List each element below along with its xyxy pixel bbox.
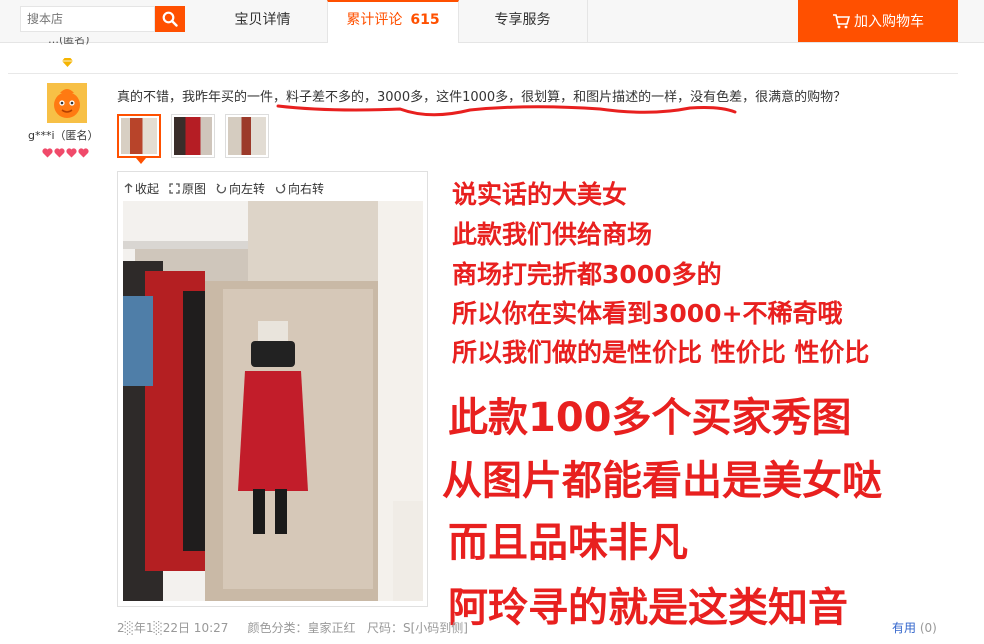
rotate-left-icon [216,183,227,194]
search-input[interactable] [21,7,158,31]
original-size-label: 原图 [182,182,207,196]
promo-text-line: 从图片都能看出是美女哒 [442,458,882,504]
promo-text-line: 此款我们供给商场 [452,220,653,249]
rotate-left-label: 向左转 [229,182,266,196]
promo-text-line: 所以你在实体看到3000+不稀奇哦 [452,299,843,328]
rotate-right-button[interactable]: 向右转 [275,180,324,197]
review-divider [8,73,958,74]
useful-count: (0) [919,621,937,635]
color-category: 颜色分类：皇家正红 [247,621,356,635]
promo-text-line: 此款100多个买家秀图 [448,395,852,441]
promo-text-line: 说实话的大美女 [452,180,628,209]
previous-review-username: …(匿名) [48,37,90,45]
tab-label: 宝贝详情 [234,12,291,28]
heart-icon [78,148,89,158]
photo-thumbnail[interactable] [225,114,269,158]
tab-label: 专享服务 [494,12,551,28]
collapse-label: 收起 [135,182,160,196]
avatar[interactable] [47,83,87,123]
photo-thumbnail[interactable] [117,114,161,164]
reviewer-level-hearts [42,148,89,158]
heart-icon [66,148,77,158]
tab-reviews[interactable]: 累计评论 615 [327,0,459,43]
review-photo-thumbnails [117,114,269,164]
photo-viewer: 收起 原图 向左转 向右转 [117,171,428,607]
useful-label: 有用 [892,621,917,635]
add-to-cart-button[interactable]: 加入购物车 [798,0,958,42]
tab-exclusive-service[interactable]: 专享服务 [458,0,588,42]
review-meta: 2░年1░22日 10:27 颜色分类：皇家正红 尺码：S[小码到侧] [117,619,468,636]
photo-thumbnail[interactable] [171,114,215,158]
rotate-right-label: 向右转 [288,182,325,196]
red-underline-annotation [276,104,737,117]
search-button[interactable] [155,6,185,32]
tab-item-details[interactable]: 宝贝详情 [198,0,328,42]
review-date: 2░年1░22日 10:27 [117,621,229,635]
collapse-icon [124,183,133,193]
fullsize-icon [169,183,180,194]
promo-text-line: 而且品味非凡 [448,520,688,566]
rotate-left-button[interactable]: 向左转 [216,180,265,197]
original-size-button[interactable]: 原图 [169,180,206,197]
promo-text-line: 所以我们做的是性价比 性价比 性价比 [452,338,870,367]
reviewer-username: g***i（匿名） [28,129,99,142]
top-nav-bar: 宝贝详情 累计评论 615 专享服务 加入购物车 [0,0,984,43]
heart-icon [54,148,65,158]
viewer-toolbar: 收起 原图 向左转 向右转 [124,180,324,197]
review-count: 615 [410,12,440,28]
search-icon [162,11,178,27]
tab-label: 累计评论 [346,12,403,28]
cart-icon [833,14,850,29]
promo-text-line: 商场打完折都3000多的 [452,260,722,289]
review-photo[interactable] [123,201,423,601]
size-info: 尺码：S[小码到侧] [366,621,468,635]
shop-search-box[interactable] [20,6,158,32]
gem-icon [62,52,73,71]
useful-button[interactable]: 有用 (0) [892,619,937,636]
cart-label: 加入购物车 [854,14,924,30]
heart-icon [42,148,53,158]
promo-text-line: 阿玲寻的就是这类知音 [448,585,848,631]
collapse-button[interactable]: 收起 [124,180,159,197]
rotate-right-icon [276,183,286,194]
